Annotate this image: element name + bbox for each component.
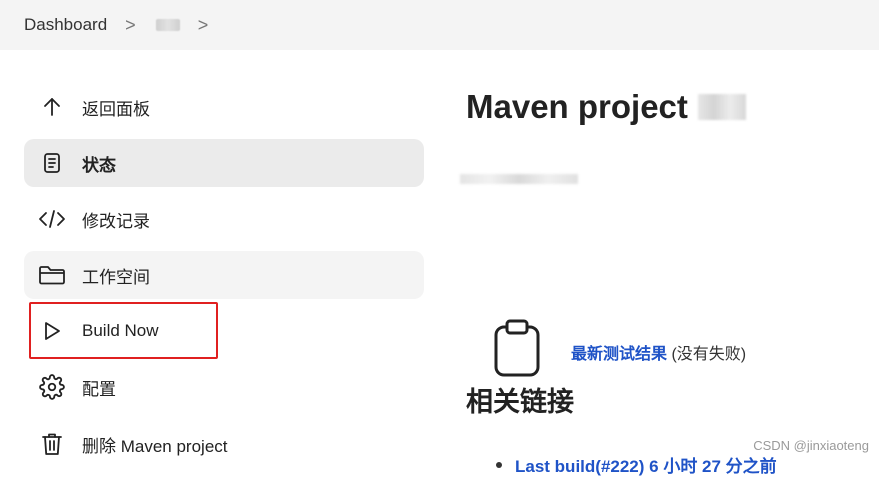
sidebar-item-configure[interactable]: 配置 xyxy=(24,363,424,411)
breadcrumb-dashboard[interactable]: Dashboard xyxy=(24,15,107,35)
watermark: CSDN @jinxiaoteng xyxy=(753,438,869,453)
sidebar-item-label: 工作空间 xyxy=(82,267,150,287)
sidebar-item-delete-project[interactable]: 删除 Maven project xyxy=(24,420,424,468)
breadcrumb-separator: > xyxy=(125,14,136,35)
latest-test-result-link[interactable]: 最新测试结果 xyxy=(571,346,667,363)
code-icon xyxy=(38,205,66,233)
breadcrumb-separator: > xyxy=(197,14,209,35)
folder-icon xyxy=(38,261,66,289)
last-build-link[interactable]: Last build(#222) 6 小时 27 分之前 xyxy=(515,452,777,477)
latest-test-result: 最新测试结果 (没有失败) xyxy=(571,340,746,364)
page-title: Maven project xyxy=(466,88,746,126)
arrow-up-icon xyxy=(38,93,66,121)
related-links-heading: 相关链接 xyxy=(466,387,574,417)
sidebar-item-workspace[interactable]: 工作空间 xyxy=(24,251,424,299)
breadcrumb-project-redacted[interactable] xyxy=(155,19,180,31)
page-title-text: Maven project xyxy=(466,88,688,125)
sidebar-item-back-to-dashboard[interactable]: 返回面板 xyxy=(24,83,424,131)
sidebar-item-changes[interactable]: 修改记录 xyxy=(24,195,424,243)
sidebar-item-label: 配置 xyxy=(82,379,116,399)
last-build-list-item: Last build(#222) 6 小时 27 分之前 xyxy=(496,452,777,477)
breadcrumb: Dashboard > > xyxy=(0,0,879,50)
gear-icon xyxy=(38,373,66,401)
sidebar-item-label: 返回面板 xyxy=(82,99,150,119)
project-description-redacted xyxy=(460,174,578,184)
sidebar-item-label: 修改记录 xyxy=(82,211,150,231)
bullet-icon xyxy=(496,461,502,468)
sidebar-item-label: 删除 Maven project xyxy=(82,436,228,456)
page-title-redacted xyxy=(697,94,746,120)
test-result-note: (没有失败) xyxy=(671,346,747,363)
clipboard-icon xyxy=(492,318,542,383)
trash-icon xyxy=(38,430,66,458)
build-now-highlight xyxy=(29,302,218,359)
document-icon xyxy=(38,149,66,177)
sidebar-item-status[interactable]: 状态 xyxy=(24,139,424,187)
sidebar-item-label: 状态 xyxy=(82,155,116,175)
